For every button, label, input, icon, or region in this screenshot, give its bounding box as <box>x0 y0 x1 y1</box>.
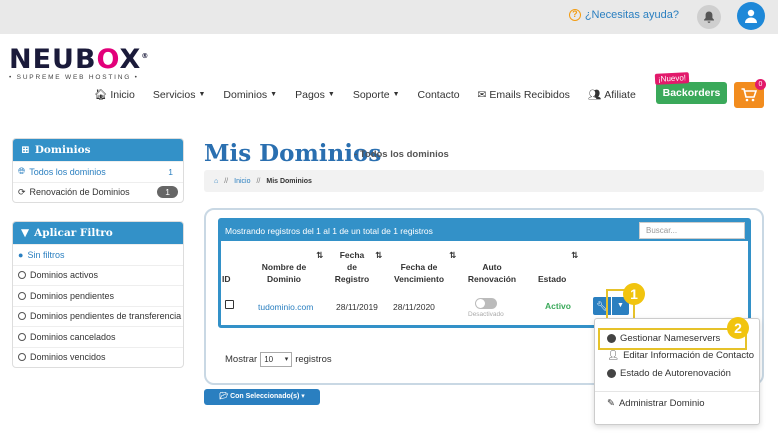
bell-icon <box>704 11 714 23</box>
caret-down-icon: ▼ <box>270 91 278 98</box>
users-icon: 👥︎ <box>587 89 602 101</box>
nav-pagos[interactable]: Pagos ▼ <box>295 89 335 101</box>
nav-dominios[interactable]: Dominios ▼ <box>223 89 277 101</box>
sidebar-item-todos-dominios[interactable]: 🌐︎ Todos los dominios 1 <box>13 161 183 182</box>
cart-count-badge: 0 <box>755 79 766 90</box>
col-estado[interactable]: Estado <box>538 273 566 285</box>
row-checkbox[interactable] <box>225 300 234 309</box>
cart-icon <box>741 88 757 102</box>
backorders-button[interactable]: Backorders <box>656 82 727 104</box>
auto-renew-toggle[interactable] <box>475 298 497 309</box>
col-id[interactable]: ID <box>222 273 231 285</box>
caret-down-icon: ▾ <box>301 393 305 400</box>
sort-icon[interactable]: ⇅ <box>449 249 456 261</box>
cart-button[interactable]: 0 <box>734 79 766 108</box>
filter-sin-filtros[interactable]: ● Sin filtros <box>13 244 183 265</box>
refresh-icon: ⟳ <box>18 186 26 197</box>
filtro-panel: ▼ Aplicar Filtro ● Sin filtros Dominios a… <box>12 221 184 368</box>
page-size-select[interactable]: 10 <box>260 352 293 367</box>
with-selected-button[interactable]: 📂︎ Con Seleccionado(s) ▾ <box>204 389 320 405</box>
pencil-icon: ✎ <box>607 398 615 409</box>
breadcrumb-inicio[interactable]: Inicio <box>234 178 250 185</box>
count-badge: 1 <box>168 166 173 177</box>
menu-item-autorenovacion[interactable]: Estado de Autorenovación <box>607 368 731 379</box>
sort-icon[interactable]: ⇅ <box>571 249 578 261</box>
nav-soporte[interactable]: Soporte ▼ <box>353 89 400 101</box>
count-badge: 1 <box>157 186 178 199</box>
col-auto-renovacion[interactable]: Auto Renovación <box>466 261 518 285</box>
filter-pendientes[interactable]: Dominios pendientes <box>13 285 183 306</box>
home-icon[interactable]: ⌂ <box>214 178 218 185</box>
sidebar-item-renovacion[interactable]: ⟳ Renovación de Dominios 1 <box>13 181 183 203</box>
expires-date: 28/11/2020 <box>393 302 435 312</box>
globe-icon: 🌐︎ <box>18 166 26 177</box>
col-nombre[interactable]: Nombre de Dominio <box>257 261 311 285</box>
breadcrumb: ⌂ // Inicio // Mis Dominios <box>204 170 764 192</box>
domain-link[interactable]: tudominio.com <box>258 302 313 312</box>
dominios-panel: ⊞ Dominios 🌐︎ Todos los dominios 1 ⟳ Ren… <box>12 138 184 203</box>
radio-icon <box>18 291 26 300</box>
globe-icon <box>607 369 616 378</box>
radio-icon <box>18 353 26 362</box>
user-icon <box>745 9 757 23</box>
col-fecha-registro[interactable]: Fecha de Registro <box>334 249 370 285</box>
filter-pendientes-transferencia[interactable]: Dominios pendientes de transferencia <box>13 305 183 327</box>
envelope-icon: ✉ <box>477 88 487 101</box>
neubox-logo[interactable]: NEUBOX® • SUPREME WEB HOSTING • <box>9 44 149 81</box>
radio-icon <box>18 271 26 280</box>
main-nav: 🏠︎ Inicio Servicios ▼ Dominios ▼ Pagos ▼ Sop… <box>94 88 654 102</box>
nav-inicio[interactable]: 🏠︎ Inicio <box>94 88 135 102</box>
radio-selected-icon: ● <box>18 249 24 260</box>
page-subtitle: - Todos los dominios <box>354 149 449 160</box>
help-text: ¿Necesitas ayuda? <box>584 9 679 21</box>
sort-icon[interactable]: ⇅ <box>316 249 323 261</box>
grid-icon: ⊞ <box>21 144 30 156</box>
registered-date: 28/11/2019 <box>336 302 378 312</box>
filter-cancelados[interactable]: Dominios cancelados <box>13 326 183 347</box>
user-icon: 👤︎ <box>607 350 620 361</box>
radio-icon <box>18 312 26 321</box>
home-icon: 🏠︎ <box>94 89 108 101</box>
folder-icon: 📂︎ <box>219 393 229 400</box>
nuevo-badge: ¡Nuevo! <box>654 72 690 85</box>
breadcrumb-current: Mis Dominios <box>266 177 312 185</box>
filter-activos[interactable]: Dominios activos <box>13 264 183 286</box>
logo-tagline: • SUPREME WEB HOSTING • <box>9 74 139 81</box>
radio-icon <box>18 332 26 341</box>
nav-contacto[interactable]: Contacto <box>418 89 460 101</box>
callout-2: 2 <box>727 317 749 339</box>
user-avatar-button[interactable] <box>737 2 765 30</box>
sort-icon[interactable]: ⇅ <box>375 249 382 261</box>
status-badge: Activo <box>545 301 571 311</box>
page-size-control: Mostrar 10 registros <box>225 352 332 367</box>
caret-down-icon: ▼ <box>198 91 206 98</box>
question-icon: ? <box>568 9 581 21</box>
col-fecha-vencimiento[interactable]: Fecha de Vencimiento <box>393 261 445 285</box>
filter-icon: ▼ <box>21 227 30 239</box>
filtro-panel-header: ▼ Aplicar Filtro <box>13 222 183 244</box>
help-link[interactable]: ? ¿Necesitas ayuda? <box>568 9 679 21</box>
nav-afiliate[interactable]: 👥︎ Afiliate <box>587 88 636 102</box>
callout-1: 1 <box>623 283 645 305</box>
menu-item-editar-contacto[interactable]: 👤︎ Editar Información de Contacto <box>607 350 754 361</box>
filter-vencidos[interactable]: Dominios vencidos <box>13 346 183 368</box>
dominios-panel-header: ⊞ Dominios <box>13 139 183 161</box>
notifications-button[interactable] <box>697 5 721 29</box>
caret-down-icon: ▼ <box>392 91 400 98</box>
nav-servicios[interactable]: Servicios ▼ <box>153 89 206 101</box>
menu-divider <box>595 391 759 392</box>
auto-renew-label: Desactivado <box>468 311 504 318</box>
caret-down-icon: ▼ <box>327 91 335 98</box>
search-input[interactable]: Buscar... <box>639 222 745 239</box>
menu-item-administrar-dominio[interactable]: ✎ Administrar Dominio <box>607 398 705 409</box>
nav-emails[interactable]: ✉ Emails Recibidos <box>478 89 570 101</box>
highlight-box-2 <box>598 328 747 350</box>
